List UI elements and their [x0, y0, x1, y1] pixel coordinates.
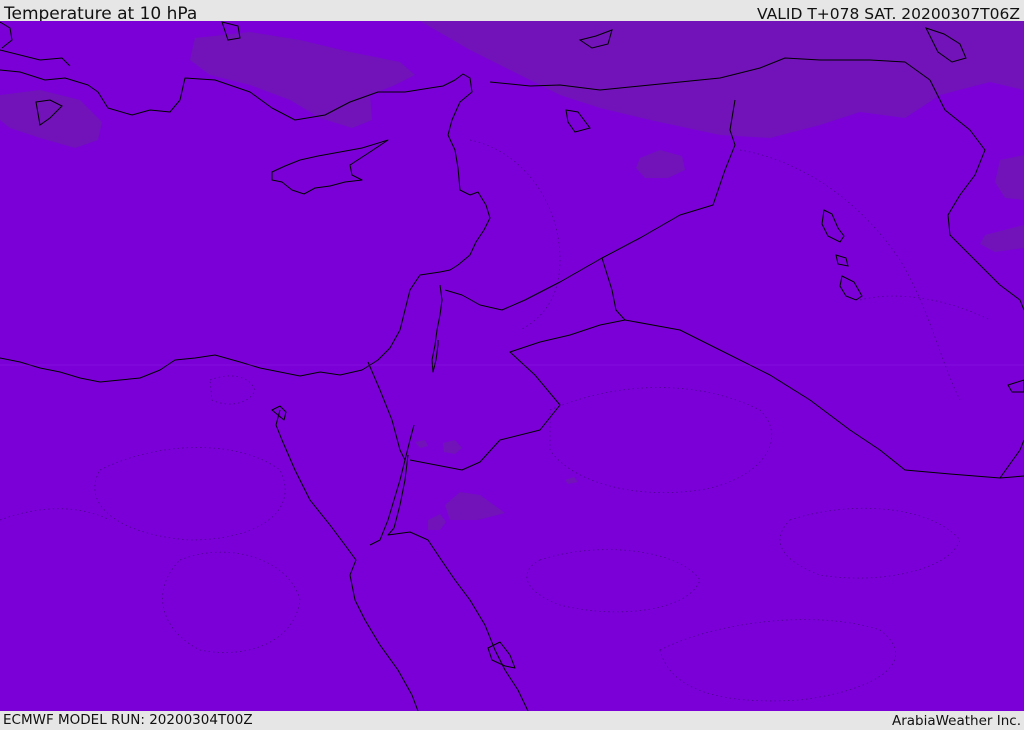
temperature-field [0, 21, 1024, 711]
credit-label: ArabiaWeather Inc. [891, 713, 1021, 729]
header-bar: Temperature at 10 hPa VALID T+078 SAT. 2… [0, 0, 1024, 24]
model-run-label: ECMWF MODEL RUN: 20200304T00Z [3, 712, 253, 728]
footer-bar: ECMWF MODEL RUN: 20200304T00Z ArabiaWeat… [0, 711, 1024, 729]
weather-map[interactable] [0, 21, 1024, 711]
